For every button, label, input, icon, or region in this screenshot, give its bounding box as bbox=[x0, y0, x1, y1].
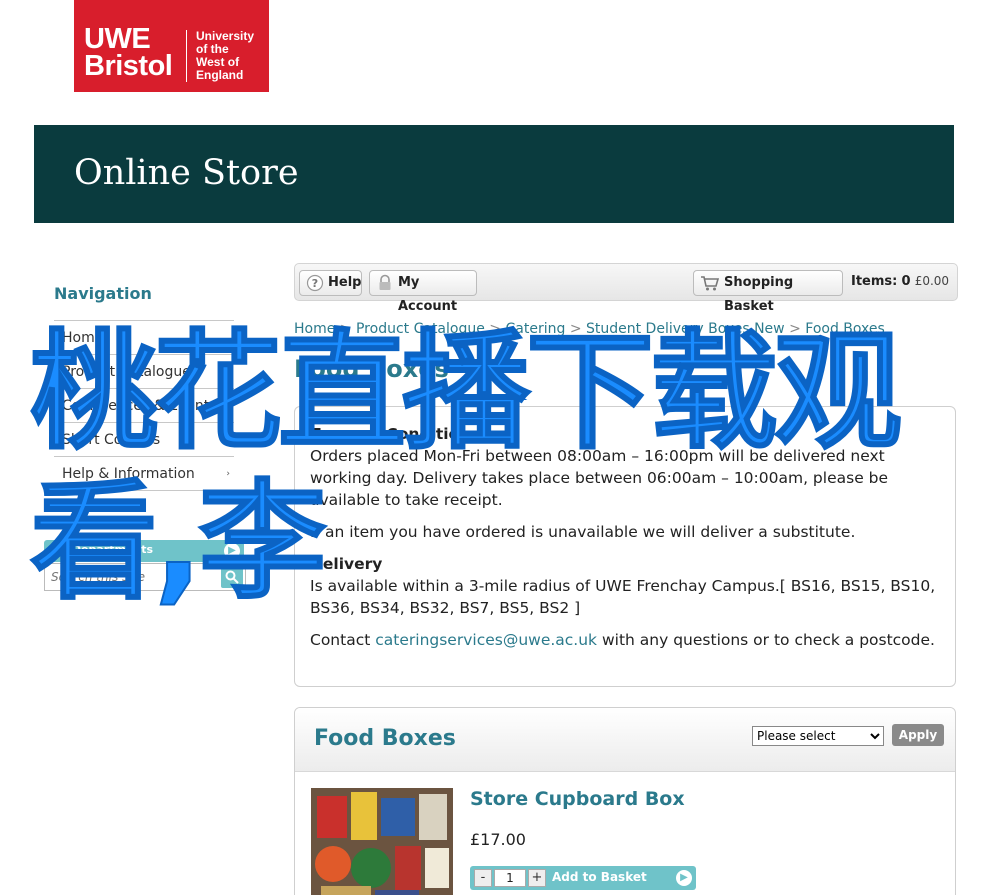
cart-icon bbox=[701, 276, 720, 291]
store-banner: Online Store bbox=[34, 125, 954, 223]
uwe-bristol-logo[interactable]: UWE Bristol University of the West of En… bbox=[74, 0, 269, 92]
my-account-button[interactable]: My Account bbox=[369, 270, 477, 314]
breadcrumb-food-boxes[interactable]: Food Boxes bbox=[805, 321, 885, 337]
sidebar-item-product-catalogue[interactable]: Product Catalogue › bbox=[54, 355, 234, 389]
items-amount: £0.00 bbox=[914, 274, 950, 288]
logo-university-name: University of the West of England bbox=[196, 29, 255, 82]
sidebar-item-label: Short Courses bbox=[62, 432, 161, 448]
quantity-input[interactable]: 1 bbox=[494, 869, 526, 887]
logo-divider bbox=[186, 30, 187, 82]
svg-text:?: ? bbox=[312, 277, 318, 290]
quantity-increment-button[interactable]: + bbox=[528, 869, 546, 887]
food-boxes-panel: Food Boxes Please select Apply Store Cup… bbox=[294, 707, 956, 895]
site-search bbox=[44, 563, 246, 591]
product-price: £17.00 bbox=[470, 830, 526, 849]
chevron-right-icon: › bbox=[226, 401, 230, 411]
store-toolbar: ? Help My Account Shopping Basket Items:… bbox=[294, 263, 958, 314]
breadcrumb-separator: > bbox=[789, 321, 801, 337]
arrow-circle-icon: ▶ bbox=[224, 543, 240, 559]
product-image[interactable] bbox=[311, 788, 453, 895]
arrow-circle-icon: ▶ bbox=[676, 870, 692, 886]
sidebar-item-home[interactable]: Home bbox=[54, 321, 234, 355]
help-button[interactable]: ? Help bbox=[299, 270, 362, 296]
chevron-right-icon: › bbox=[226, 469, 230, 479]
sidebar-item-conferences-events[interactable]: Conferences & Events › bbox=[54, 389, 234, 423]
sidebar-item-label: Conferences & Events bbox=[62, 398, 217, 414]
banner-title: Online Store bbox=[74, 153, 299, 193]
quantity-decrement-button[interactable]: - bbox=[474, 869, 492, 887]
sidebar-item-label: Help & Information bbox=[62, 466, 195, 482]
breadcrumb-product-catalogue[interactable]: Product Catalogue bbox=[356, 321, 485, 337]
terms-box: Terms & Conditions Orders placed Mon-Fri… bbox=[294, 406, 956, 687]
catering-email-link[interactable]: cateringservices@uwe.ac.uk bbox=[375, 631, 597, 649]
logo-wordmark: UWE Bristol bbox=[84, 23, 173, 82]
add-to-basket-button[interactable]: Add to Basket bbox=[552, 870, 647, 884]
breadcrumb-home[interactable]: Home bbox=[294, 321, 335, 337]
page-title: Food Boxes bbox=[294, 355, 449, 383]
breadcrumb-separator: > bbox=[339, 321, 352, 337]
search-icon bbox=[225, 570, 239, 584]
basket-label: Shopping Basket bbox=[724, 275, 794, 314]
delivery-text: Is available within a 3-mile radius of U… bbox=[310, 577, 936, 617]
breadcrumb-catering[interactable]: Catering bbox=[505, 321, 565, 337]
lock-icon bbox=[379, 274, 391, 290]
sort-select[interactable]: Please select bbox=[752, 726, 884, 746]
shopping-basket-button[interactable]: Shopping Basket bbox=[693, 270, 843, 314]
groceries-image bbox=[311, 788, 453, 895]
items-count: 0 bbox=[901, 274, 911, 289]
terms-heading: Terms & Conditions bbox=[310, 425, 480, 443]
sidebar-item-help-information[interactable]: Help & Information › bbox=[54, 457, 234, 491]
breadcrumb-student-delivery-boxes[interactable]: Student Delivery Boxes New bbox=[586, 321, 785, 337]
terms-substitute-text: If an item you have ordered is unavailab… bbox=[310, 523, 856, 541]
basket-summary: Items: 0 £0.00 bbox=[851, 274, 949, 289]
apply-button[interactable]: Apply bbox=[892, 724, 944, 746]
sidebar-nav: Home Product Catalogue › Conferences & E… bbox=[54, 320, 234, 491]
panel-header: Food Boxes Please select Apply bbox=[295, 708, 955, 772]
chevron-right-icon: › bbox=[226, 367, 230, 377]
add-to-basket-bar: - 1 + Add to Basket ▶ bbox=[470, 866, 696, 890]
contact-text: Contact cateringservices@uwe.ac.uk with … bbox=[310, 631, 935, 649]
navigation-heading: Navigation bbox=[54, 284, 152, 303]
departments-label: All Departments bbox=[52, 543, 154, 556]
sidebar-item-label: Home bbox=[62, 330, 104, 346]
help-label: Help bbox=[328, 275, 362, 290]
sidebar-item-label: Product Catalogue bbox=[62, 364, 191, 380]
panel-title: Food Boxes bbox=[314, 726, 456, 751]
breadcrumb: Home > Product Catalogue > Catering > St… bbox=[294, 321, 885, 337]
all-departments-dropdown[interactable]: All Departments ▶ bbox=[44, 540, 244, 562]
question-icon: ? bbox=[306, 274, 324, 292]
product-name[interactable]: Store Cupboard Box bbox=[470, 788, 685, 810]
breadcrumb-separator: > bbox=[489, 321, 502, 337]
sidebar-item-short-courses[interactable]: Short Courses › bbox=[54, 423, 234, 457]
search-input[interactable] bbox=[45, 564, 221, 590]
account-label: My Account bbox=[398, 275, 458, 314]
delivery-heading: Delivery bbox=[310, 555, 383, 573]
breadcrumb-separator: > bbox=[569, 321, 582, 337]
chevron-right-icon: › bbox=[226, 435, 230, 445]
items-label: Items: bbox=[851, 274, 898, 289]
search-button[interactable] bbox=[221, 566, 243, 588]
terms-orders-text: Orders placed Mon-Fri between 08:00am – … bbox=[310, 447, 889, 509]
